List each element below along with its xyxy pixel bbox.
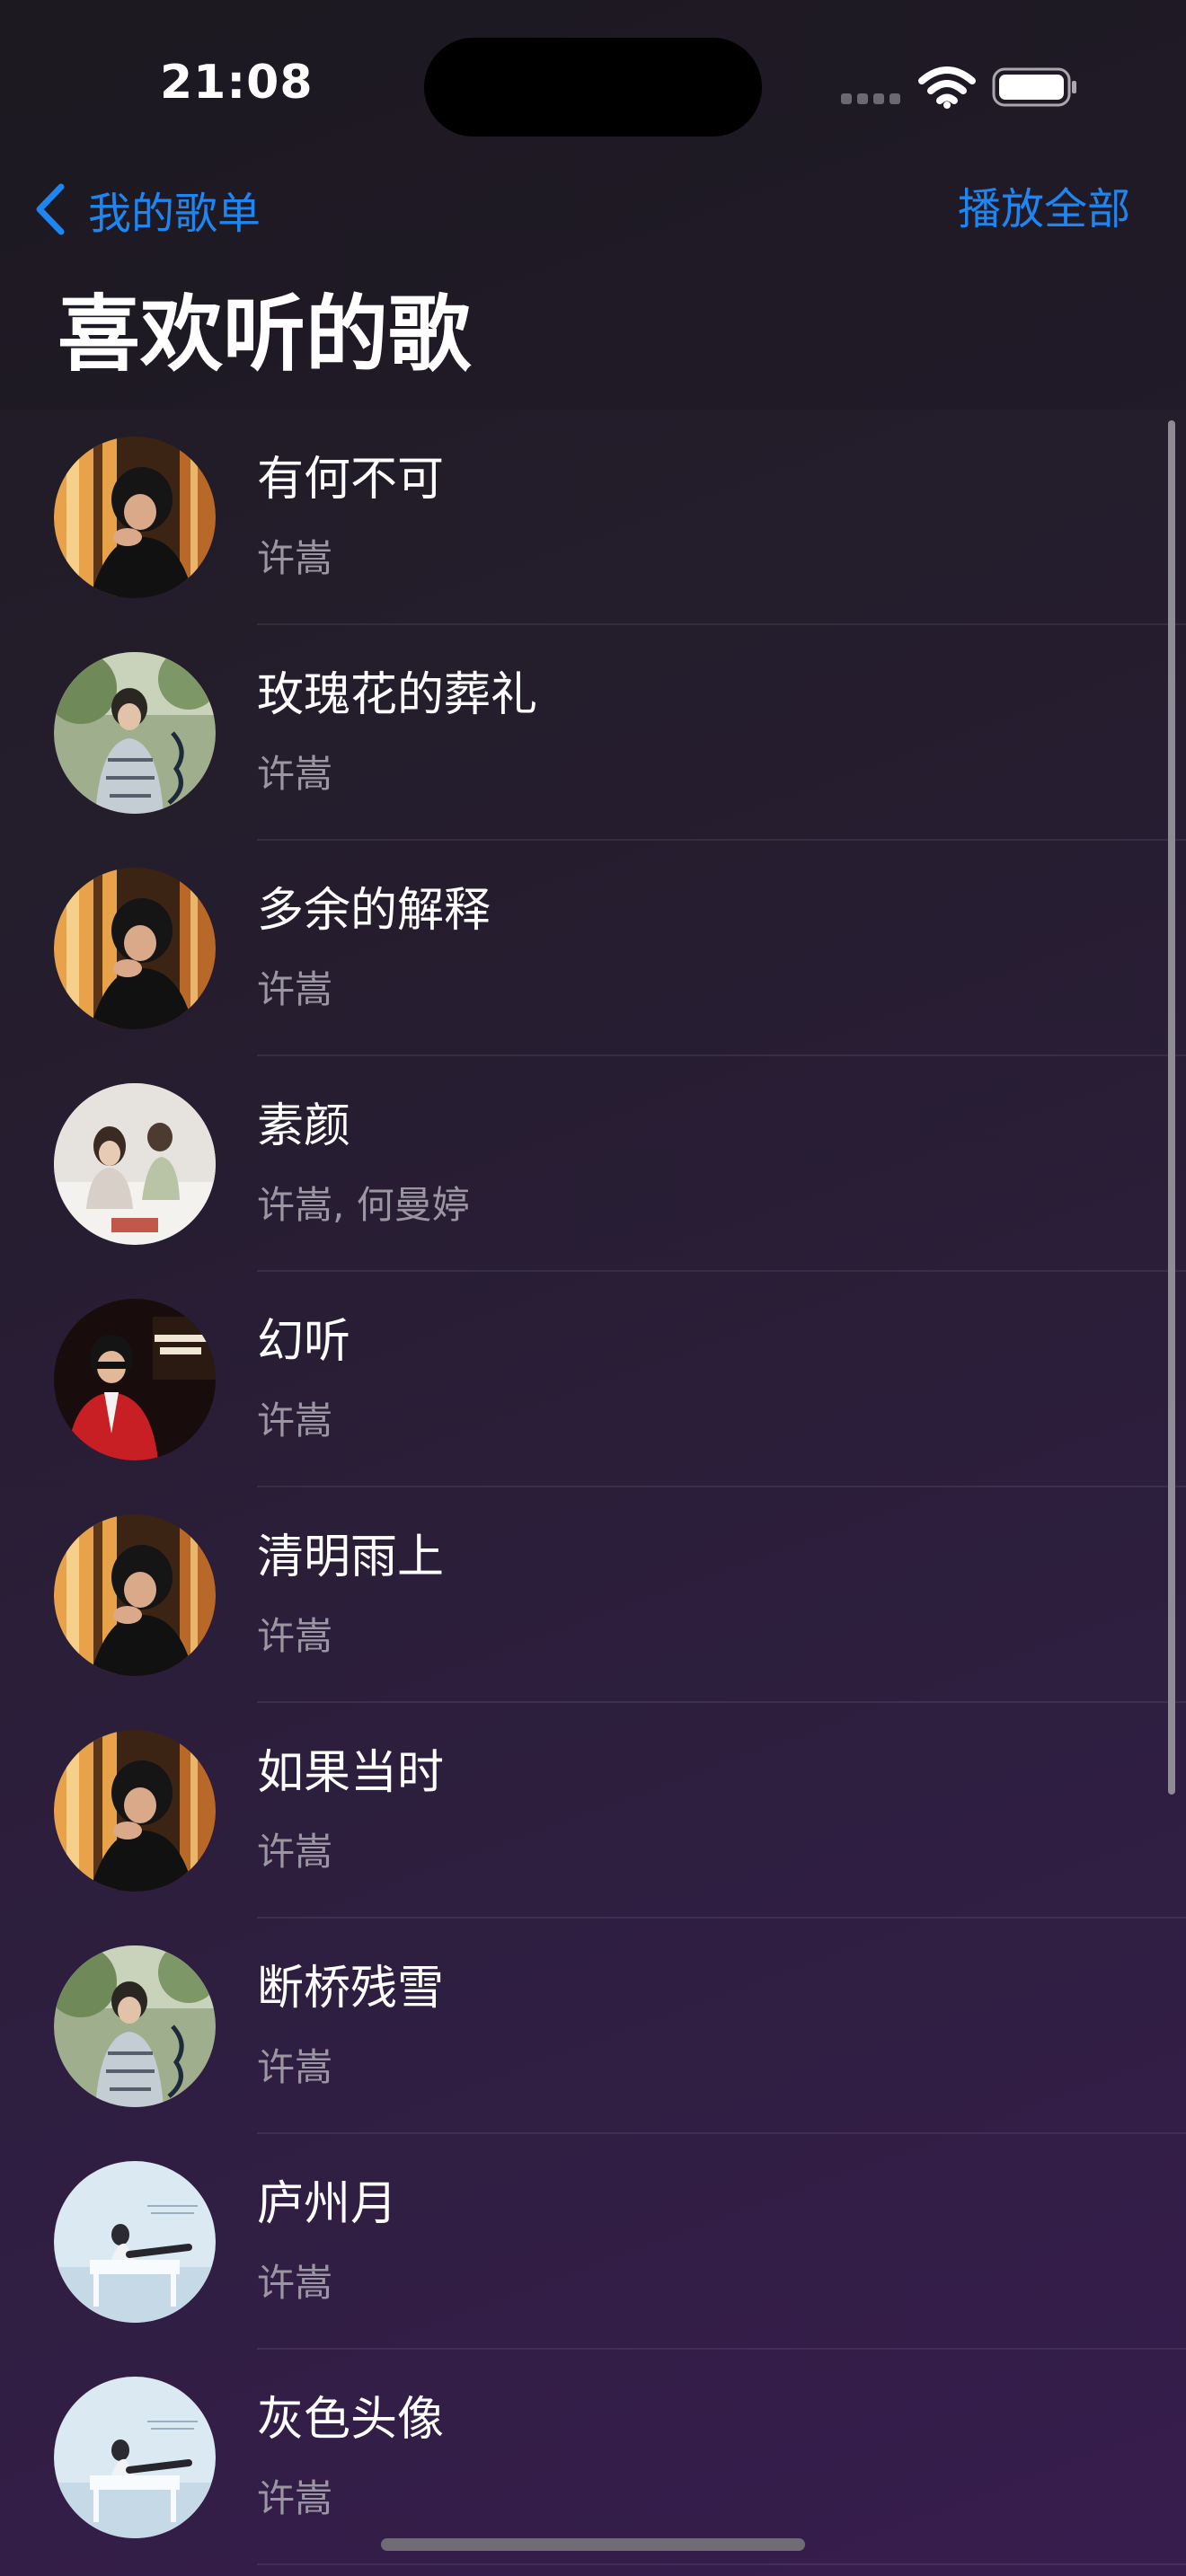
song-artist: 许嵩: [257, 536, 333, 580]
song-artist: 许嵩: [257, 1614, 333, 1658]
home-indicator[interactable]: [381, 2538, 805, 2551]
song-title: 多余的解释: [257, 884, 491, 938]
song-title: 玫瑰花的葬礼: [257, 668, 538, 722]
song-artist: 许嵩: [257, 1830, 333, 1874]
song-row[interactable]: 素颜许嵩, 何曼婷: [0, 1056, 1186, 1272]
song-artist: 许嵩: [257, 2261, 333, 2305]
song-row[interactable]: 灰色头像 许嵩: [0, 2350, 1186, 2565]
battery-icon: [992, 67, 1076, 107]
album-cover: [54, 1945, 216, 2107]
song-title: 有何不可: [257, 453, 445, 507]
scroll-indicator[interactable]: [1168, 420, 1175, 1795]
song-artist: 许嵩: [257, 967, 333, 1011]
song-row[interactable]: 幻听 许嵩: [0, 1272, 1186, 1487]
song-row[interactable]: 清明雨上 许嵩: [0, 1487, 1186, 1703]
page-title: 喜欢听的歌: [58, 287, 472, 383]
song-artist: 许嵩: [257, 2476, 333, 2520]
album-cover: [54, 2377, 216, 2538]
album-cover: [54, 2161, 216, 2323]
album-cover: [54, 1730, 216, 1892]
dynamic-island: [424, 38, 762, 137]
song-title: 素颜: [257, 1099, 351, 1153]
album-cover: [54, 437, 216, 598]
album-cover: [54, 1083, 216, 1245]
row-divider: [257, 2563, 1186, 2565]
album-cover: [54, 652, 216, 814]
back-button[interactable]: 我的歌单: [32, 178, 261, 241]
song-row[interactable]: 断桥残雪 许嵩: [0, 1919, 1186, 2134]
back-label: 我的歌单: [88, 189, 261, 239]
song-row[interactable]: 庐州月 许嵩: [0, 2134, 1186, 2350]
cellular-icon: [841, 93, 900, 104]
song-title: 庐州月: [257, 2177, 398, 2231]
song-title: 幻听: [257, 1315, 351, 1369]
song-title: 如果当时: [257, 1746, 445, 1800]
chevron-left-icon: [36, 183, 65, 235]
song-title: 断桥残雪: [257, 1962, 445, 2016]
song-title: 灰色头像: [257, 2393, 445, 2447]
song-row[interactable]: 如果当时 许嵩: [0, 1703, 1186, 1919]
song-row[interactable]: 多余的解释 许嵩: [0, 841, 1186, 1056]
song-row[interactable]: 玫瑰花的葬礼 许嵩: [0, 625, 1186, 841]
song-artist: 许嵩: [257, 752, 333, 796]
album-cover: [54, 1514, 216, 1676]
song-list[interactable]: 有何不可 许嵩 玫瑰花的葬礼 许嵩 多余的解释 许嵩 素颜 许嵩, 何曼婷 幻听 许嵩 清明雨上 许嵩…: [0, 410, 1186, 2576]
song-row[interactable]: 有何不可 许嵩: [0, 410, 1186, 625]
album-cover: [54, 868, 216, 1029]
song-title: 清明雨上: [257, 1531, 445, 1584]
status-time: 21:08: [160, 56, 314, 110]
song-artist: 许嵩: [257, 1398, 333, 1442]
song-artist: 许嵩: [257, 2045, 333, 2089]
wifi-icon: [918, 66, 976, 109]
song-artist: 许嵩, 何曼婷: [257, 1183, 470, 1227]
play-all-button[interactable]: 播放全部: [958, 180, 1130, 239]
album-cover: [54, 1299, 216, 1460]
